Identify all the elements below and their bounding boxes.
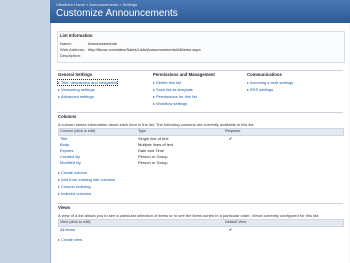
columns-divider xyxy=(57,112,343,113)
page: Ultrafetch Home > Announcements > Settin… xyxy=(0,0,350,263)
incoming-email-settings-link[interactable]: Incoming e-mail settings xyxy=(247,80,293,85)
web-address-value: http://fbcwr.com/sites/Sales/Lists/Annou… xyxy=(88,47,201,52)
default-view-header: Default View xyxy=(225,220,247,224)
indexed-columns-link[interactable]: Indexed columns xyxy=(58,191,91,196)
list-name-value: Announcements xyxy=(88,41,117,46)
versioning-settings-link[interactable]: Versioning settings xyxy=(58,87,95,92)
main-content: List Information Name: Announcements Web… xyxy=(51,23,349,263)
link-label: Create column xyxy=(61,170,88,175)
columns-heading: Columns xyxy=(58,114,77,119)
description-label: Description: xyxy=(60,53,82,58)
breadcrumb[interactable]: Ultrafetch Home > Announcements > Settin… xyxy=(56,2,137,7)
general-settings-heading: General Settings xyxy=(58,72,93,77)
advanced-settings-link[interactable]: Advanced settings xyxy=(58,94,94,99)
link-label: Delete this list xyxy=(156,80,181,85)
add-site-columns-link[interactable]: Add from existing site columns xyxy=(58,177,115,182)
link-label: Indexed columns xyxy=(61,191,92,196)
settings-divider xyxy=(57,70,343,71)
list-name-label: Name: xyxy=(60,41,72,46)
column-type: Person or Group xyxy=(138,154,168,159)
column-type-header: Type xyxy=(138,129,147,133)
communications-heading: Communications xyxy=(247,72,282,77)
column-type: Single line of text xyxy=(138,136,169,141)
columns-description: A column stores information about each i… xyxy=(58,122,255,127)
bullet-arrow-icon xyxy=(247,88,249,91)
title-description-navigation-link[interactable]: Title, description and navigation xyxy=(56,79,119,86)
views-divider xyxy=(57,203,343,204)
views-description: A view of a list allows you to see a par… xyxy=(58,213,319,218)
link-label: Workflow settings xyxy=(156,101,188,106)
save-as-template-link[interactable]: Save list as template xyxy=(153,87,193,92)
delete-list-link[interactable]: Delete this list xyxy=(153,80,181,85)
bullet-arrow-icon xyxy=(153,95,155,98)
view-all-items-link[interactable]: All items xyxy=(60,227,75,232)
view-name-header: View (click to edit) xyxy=(60,220,91,224)
bullet-arrow-icon xyxy=(153,81,155,84)
link-label: RSS settings xyxy=(250,87,274,92)
columns-table-header xyxy=(58,128,344,136)
column-ordering-link[interactable]: Column ordering xyxy=(58,184,91,189)
column-type: Date and Time xyxy=(138,148,165,153)
link-label: Incoming e-mail settings xyxy=(250,80,294,85)
link-label: Title, description and navigation xyxy=(61,80,118,85)
link-label: Create view xyxy=(61,237,83,242)
page-title: Customize Announcements xyxy=(56,8,178,19)
list-info-heading: List Information xyxy=(60,33,93,38)
bullet-arrow-icon xyxy=(153,102,155,105)
bullet-arrow-icon xyxy=(58,81,60,84)
link-label: Save list as template xyxy=(156,87,193,92)
link-label: Column ordering xyxy=(61,184,91,189)
link-label: Permissions for this list xyxy=(156,94,197,99)
column-type: Person or Group xyxy=(138,160,168,165)
bullet-arrow-icon xyxy=(58,178,60,181)
column-expires-link[interactable]: Expires xyxy=(60,148,73,153)
bullet-arrow-icon xyxy=(58,185,60,188)
bullet-arrow-icon xyxy=(58,95,60,98)
bullet-arrow-icon xyxy=(153,88,155,91)
bullet-arrow-icon xyxy=(58,171,60,174)
create-view-link[interactable]: Create view xyxy=(58,237,82,242)
column-created-by-link[interactable]: Created By xyxy=(60,154,80,159)
column-name-header: Column (click to edit) xyxy=(60,129,96,133)
column-required-header: Required xyxy=(225,129,241,133)
permissions-heading: Permissions and Management xyxy=(153,72,215,77)
column-body-link[interactable]: Body xyxy=(60,142,69,147)
default-check-icon: ✔ xyxy=(229,227,233,232)
required-check-icon: ✔ xyxy=(229,136,233,141)
bullet-arrow-icon xyxy=(58,88,60,91)
views-heading: Views xyxy=(58,205,71,210)
bullet-arrow-icon xyxy=(247,81,249,84)
create-column-link[interactable]: Create column xyxy=(58,170,87,175)
bullet-arrow-icon xyxy=(58,238,60,241)
column-modified-by-link[interactable]: Modified By xyxy=(60,160,81,165)
web-address-label: Web Address: xyxy=(60,47,85,52)
column-title-link[interactable]: Title xyxy=(60,136,67,141)
list-permissions-link[interactable]: Permissions for this list xyxy=(153,94,197,99)
rss-settings-link[interactable]: RSS settings xyxy=(247,87,273,92)
link-label: Versioning settings xyxy=(61,87,95,92)
bullet-arrow-icon xyxy=(58,192,60,195)
workflow-settings-link[interactable]: Workflow settings xyxy=(153,101,187,106)
link-label: Advanced settings xyxy=(61,94,94,99)
views-table-header xyxy=(58,219,344,227)
column-type: Multiple lines of text xyxy=(138,142,174,147)
link-label: Add from existing site columns xyxy=(61,177,116,182)
